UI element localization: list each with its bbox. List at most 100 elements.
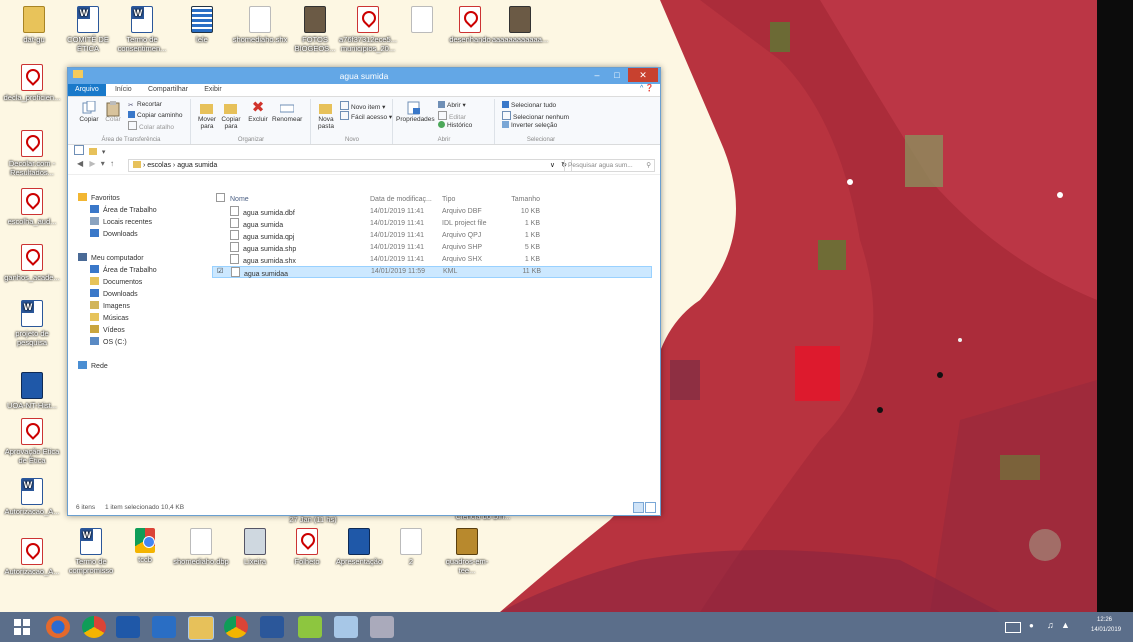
desktop-icon-bottom-1[interactable]: tccb bbox=[116, 528, 174, 564]
file-row[interactable]: ☑ agua sumidaa 14/01/2019 11:59 KML 11 KB bbox=[212, 266, 652, 278]
nav-item[interactable]: Área de Trabalho bbox=[72, 265, 206, 277]
desktop-icon-bottom-5[interactable]: Apresentação bbox=[330, 528, 388, 566]
explorer-window[interactable]: agua sumida – □ ✕ Arquivo Início Compart… bbox=[67, 67, 661, 516]
cut-button[interactable]: ✂ Recortar bbox=[128, 101, 162, 109]
desktop-icon-top-5[interactable]: FOTOS BIOGEOS... bbox=[285, 6, 345, 53]
desktop-icon-top-3[interactable]: lele bbox=[172, 6, 232, 44]
paste-shortcut-button[interactable]: Colar atalho bbox=[128, 121, 174, 131]
desktop-icon-left-6[interactable]: Aprovação Etica de Ética bbox=[0, 418, 64, 465]
desktop-icon-top-1[interactable]: COMITÊ DE ÉTICA bbox=[58, 6, 118, 53]
breadcrumb-escolas[interactable]: escolas bbox=[147, 162, 171, 169]
select-none-button[interactable]: Selecionar nenhum bbox=[502, 111, 569, 121]
network-icon[interactable]: ▲ bbox=[1061, 620, 1070, 630]
search-icon[interactable]: ⚲ bbox=[646, 160, 651, 171]
start-button[interactable] bbox=[10, 616, 34, 638]
tab-arquivo[interactable]: Arquivo bbox=[68, 84, 106, 96]
clock-date[interactable]: 14/01/2019 bbox=[1091, 627, 1121, 633]
search-taskbar-icon[interactable] bbox=[152, 616, 176, 638]
desktop-icon-left-1[interactable]: Decolar.com - Resultados... bbox=[0, 130, 64, 177]
file-explorer-taskbar-icon[interactable] bbox=[188, 616, 214, 640]
nav-item[interactable]: Imagens bbox=[72, 301, 206, 313]
minimize-button[interactable]: – bbox=[586, 68, 608, 82]
desktop-icon-bottom-2[interactable]: shomediaho.dbp bbox=[172, 528, 230, 566]
properties-button[interactable]: Propriedades bbox=[396, 101, 435, 123]
nav-item[interactable]: Downloads bbox=[72, 229, 206, 241]
new-folder-button[interactable]: Nova pasta bbox=[314, 101, 338, 130]
qat-dropdown-icon[interactable]: ▾ bbox=[102, 149, 106, 156]
rename-button[interactable]: Renomear bbox=[272, 101, 302, 123]
desktop-icon-left-8[interactable]: Autorizacao_A... bbox=[0, 538, 64, 576]
title-bar[interactable]: agua sumida – □ ✕ bbox=[68, 68, 660, 84]
nav-item[interactable]: Locais recentes bbox=[72, 217, 206, 229]
move-to-button[interactable]: Mover para bbox=[194, 101, 220, 130]
search-input[interactable]: Pesquisar agua sum... ⚲ bbox=[564, 159, 655, 172]
desktop-icon-top-4[interactable]: shomediaho.shx bbox=[230, 6, 290, 44]
desktop-icon-top-2[interactable]: Termo de consentimen... bbox=[112, 6, 172, 53]
desktop-icon-left-2[interactable]: escolha_aud... bbox=[0, 188, 64, 226]
large-icons-view-icon[interactable] bbox=[645, 502, 656, 513]
forward-arrow-icon[interactable]: ▶ bbox=[89, 159, 95, 168]
tray-expand-icon[interactable]: ● bbox=[1029, 621, 1034, 630]
desktop-icon-left-5[interactable]: UOA-NT-Hist... bbox=[0, 372, 64, 410]
breadcrumb-agua-sumida[interactable]: agua sumida bbox=[177, 162, 217, 169]
column-type[interactable]: Tipo bbox=[442, 193, 455, 206]
desktop-icon-bottom-7[interactable]: quadros-em-tee... bbox=[438, 528, 496, 575]
nav-item[interactable]: OS (C:) bbox=[72, 337, 206, 349]
desktop-icon-bottom-6[interactable]: 2 bbox=[382, 528, 440, 566]
file-row[interactable]: agua sumida.shx 14/01/2019 11:41 Arquivo S… bbox=[212, 254, 652, 266]
copy-to-button[interactable]: Copiar para bbox=[218, 101, 244, 130]
column-date[interactable]: Data de modificaç... bbox=[370, 193, 432, 206]
address-bar[interactable]: › escolas › agua sumida ↻ ∨ bbox=[128, 159, 572, 172]
column-size[interactable]: Tamanho bbox=[508, 193, 540, 206]
keyboard-icon[interactable] bbox=[1005, 622, 1021, 633]
row-checkbox[interactable]: ☑ bbox=[217, 267, 227, 277]
desktop-icon-top-9[interactable]: aaaaaaaaaaaa... bbox=[490, 6, 550, 44]
desktop-icon-left-0[interactable]: decla_proficien... bbox=[0, 64, 64, 102]
desktop-icon-top-6[interactable]: a76f37312ece5... municipios_20... bbox=[338, 6, 398, 53]
details-view-icon[interactable] bbox=[633, 502, 644, 513]
firefox-taskbar-icon[interactable] bbox=[46, 616, 70, 638]
word-taskbar-icon[interactable] bbox=[260, 616, 284, 638]
copy-path-button[interactable]: Copiar caminho bbox=[128, 111, 183, 119]
nav-item[interactable]: Músicas bbox=[72, 313, 206, 325]
nav-item[interactable]: Meu computador bbox=[72, 253, 206, 265]
delete-button[interactable]: ✖ Excluir bbox=[246, 100, 270, 123]
copy-button[interactable]: Copiar bbox=[78, 100, 100, 123]
close-button[interactable]: ✕ bbox=[628, 68, 658, 82]
file-row[interactable]: agua sumida 14/01/2019 11:41 IDL project f… bbox=[212, 218, 652, 230]
nav-item[interactable]: Vídeos bbox=[72, 325, 206, 337]
history-button[interactable]: Histórico bbox=[438, 121, 472, 129]
desktop-icon-bottom-0[interactable]: Termo de compromisso bbox=[62, 528, 120, 575]
nav-item[interactable]: Área de Trabalho bbox=[72, 205, 206, 217]
desktop-icon-left-7[interactable]: Autorizacao_A... bbox=[0, 478, 64, 516]
desktop-icon-left-4[interactable]: projeto de pesquisa bbox=[0, 300, 64, 347]
open-button[interactable]: Abrir ▾ bbox=[438, 101, 466, 109]
paint-taskbar-icon[interactable] bbox=[334, 616, 358, 638]
select-all-button[interactable]: Selecionar tudo bbox=[502, 101, 556, 109]
chrome-taskbar-icon[interactable] bbox=[82, 616, 106, 638]
app-taskbar-icon[interactable] bbox=[116, 616, 140, 638]
quick-access-toolbar[interactable]: ▾ bbox=[68, 145, 660, 156]
file-row[interactable]: agua sumida.shp 14/01/2019 11:41 Arquivo S… bbox=[212, 242, 652, 254]
up-arrow-icon[interactable]: ↑ bbox=[110, 159, 114, 168]
file-row[interactable]: agua sumida.dbf 14/01/2019 11:41 Arquivo D… bbox=[212, 206, 652, 218]
column-name[interactable]: Nome bbox=[230, 193, 249, 206]
chrome-taskbar-icon-2[interactable] bbox=[224, 616, 248, 638]
desktop-icon-bottom-4[interactable]: Folheto bbox=[278, 528, 336, 566]
tab-compartilhar[interactable]: Compartilhar bbox=[141, 84, 195, 96]
paste-button[interactable]: Colar bbox=[102, 101, 124, 123]
volume-icon[interactable]: ♫ bbox=[1047, 620, 1054, 630]
file-row[interactable]: agua sumida.qpj 14/01/2019 11:41 Arquivo Q… bbox=[212, 230, 652, 242]
desktop-icon-left-3[interactable]: ganhos_acade... bbox=[0, 244, 64, 282]
address-dropdown-icon[interactable]: ∨ bbox=[550, 160, 555, 171]
select-all-checkbox[interactable] bbox=[216, 193, 226, 207]
back-arrow-icon[interactable]: ◀ bbox=[77, 159, 83, 168]
desktop-icon-bottom-3[interactable]: Lixeira bbox=[226, 528, 284, 566]
nav-item[interactable]: Downloads bbox=[72, 289, 206, 301]
properties-qat-icon[interactable] bbox=[74, 145, 84, 155]
recent-dropdown-icon[interactable]: ▾ bbox=[101, 159, 105, 168]
edit-button[interactable]: Editar bbox=[438, 111, 466, 121]
tab-exibir[interactable]: Exibir bbox=[197, 84, 229, 96]
invert-selection-button[interactable]: Inverter seleção bbox=[502, 121, 557, 129]
tab-inicio[interactable]: Início bbox=[108, 84, 139, 96]
